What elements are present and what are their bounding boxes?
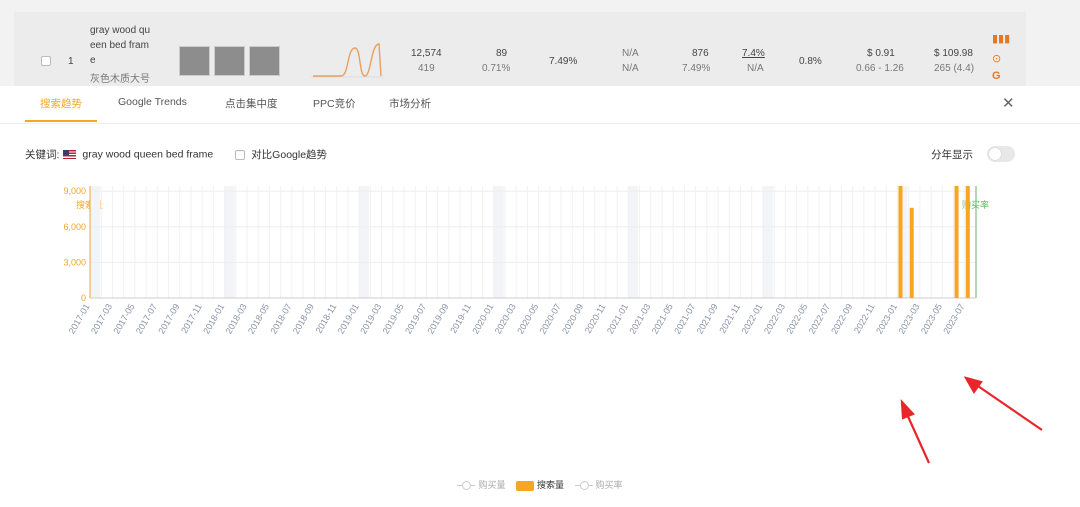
arrow-2-shaft [974,383,1043,431]
arrow-1-head [900,398,915,420]
arrow-2-head [963,376,983,395]
annotation-arrows [900,376,1043,464]
arrow-1-shaft [904,411,931,464]
